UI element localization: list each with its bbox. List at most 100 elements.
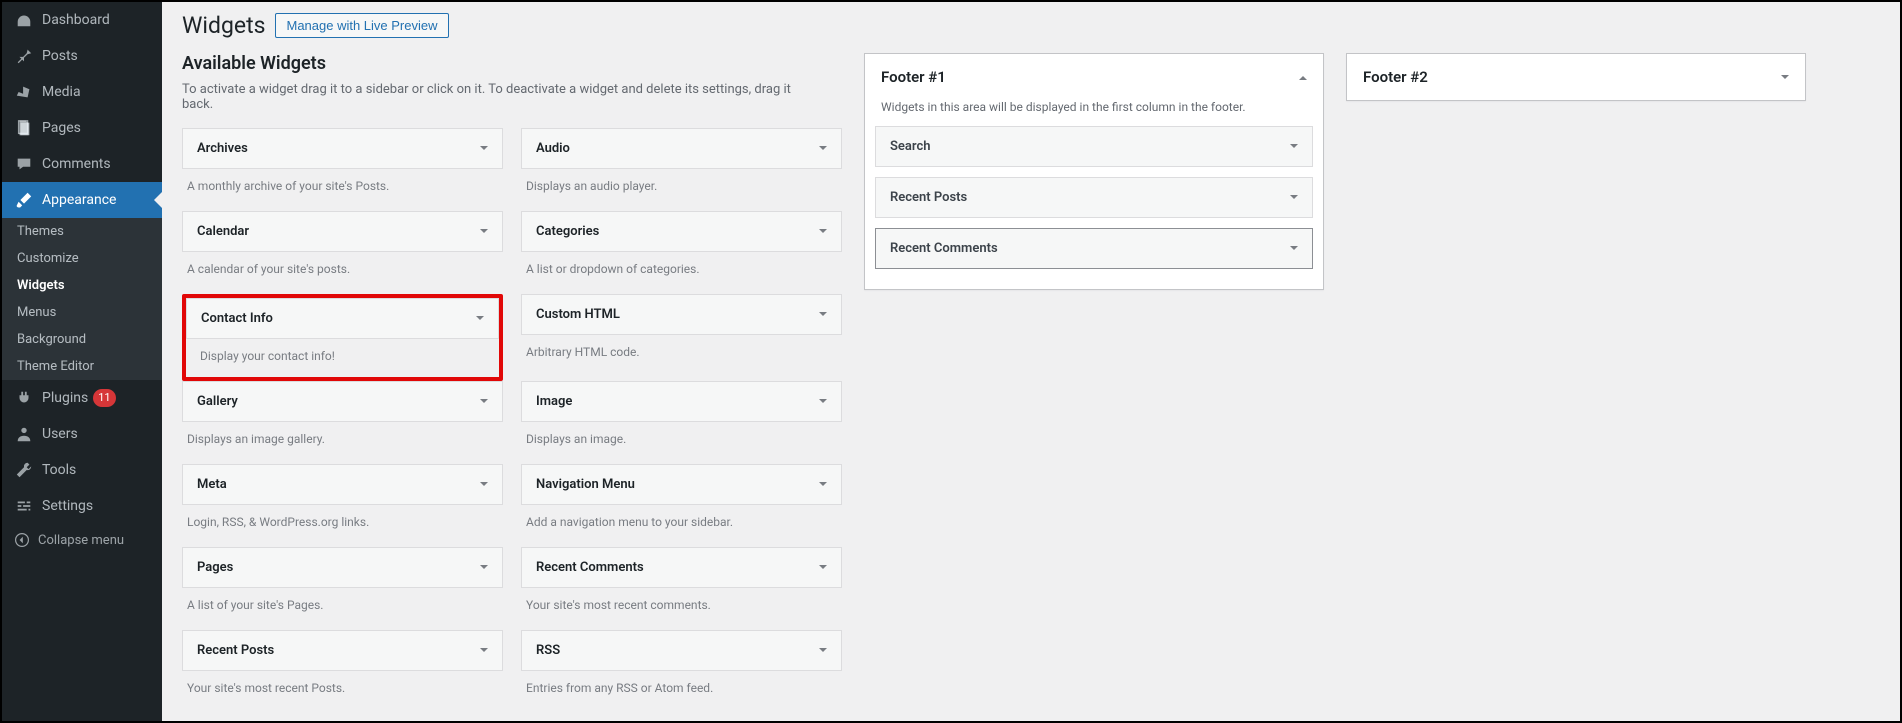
widget-title: Navigation Menu (536, 477, 635, 492)
widget-title: Gallery (197, 394, 238, 409)
placed-widget-title: Recent Posts (890, 190, 967, 205)
widget-head-calendar[interactable]: Calendar (182, 211, 503, 252)
chevron-down-icon (819, 312, 827, 320)
widget-title: Categories (536, 224, 599, 239)
widget-head-audio[interactable]: Audio (521, 128, 842, 169)
widget-title: Pages (197, 560, 233, 575)
widget-description: Your site's most recent Posts. (182, 671, 503, 713)
widget-head-meta[interactable]: Meta (182, 464, 503, 505)
available-widget-categories: Categories A list or dropdown of categori… (521, 211, 842, 294)
pin-icon (14, 46, 34, 66)
sidebar-item-pages[interactable]: Pages (2, 110, 162, 146)
available-widget-audio: AudioDisplays an audio player. (521, 128, 842, 211)
widget-area-body: Search Recent Posts Recent Comments (865, 126, 1323, 289)
placed-widget-recent-comments: Recent Comments (875, 228, 1313, 269)
sidebar-item-label: Users (42, 426, 78, 442)
widget-description: Displays an audio player. (521, 169, 842, 211)
widget-area-footer-1-header[interactable]: Footer #1 (865, 54, 1323, 100)
widget-title: Custom HTML (536, 307, 620, 322)
manage-live-preview-button[interactable]: Manage with Live Preview (275, 13, 448, 38)
available-widget-image: Image Displays an image. (521, 381, 842, 464)
available-widgets-grid: ArchivesA monthly archive of your site's… (182, 128, 842, 713)
chevron-down-icon (819, 229, 827, 237)
chevron-down-icon (819, 482, 827, 490)
widget-title: Recent Posts (197, 643, 274, 658)
widget-title: Archives (197, 141, 248, 156)
placed-widget-header[interactable]: Recent Comments (876, 229, 1312, 268)
sidebar-item-settings[interactable]: Settings (2, 488, 162, 524)
collapse-icon (14, 532, 30, 548)
sidebar-item-label: Posts (42, 48, 78, 64)
widget-area-description: Widgets in this area will be displayed i… (865, 100, 1323, 126)
collapse-menu-button[interactable]: Collapse menu (2, 524, 162, 556)
sidebar-item-label: Settings (42, 498, 93, 514)
available-widget-rss: RSSEntries from any RSS or Atom feed. (521, 630, 842, 713)
widget-description: Your site's most recent comments. (521, 588, 842, 630)
widget-description: A list or dropdown of categories. (521, 252, 842, 294)
widget-head-contact-info[interactable]: Contact Info (186, 298, 499, 339)
submenu-themes[interactable]: Themes (2, 218, 162, 245)
comment-icon (14, 154, 34, 174)
widget-head-custom-html[interactable]: Custom HTML (521, 294, 842, 335)
widget-head-nav-menu[interactable]: Navigation Menu (521, 464, 842, 505)
chevron-down-icon (476, 316, 484, 324)
wrench-icon (14, 460, 34, 480)
sidebar-item-comments[interactable]: Comments (2, 146, 162, 182)
placed-widget-header[interactable]: Recent Posts (876, 178, 1312, 217)
available-widget-calendar: Calendar A calendar of your site's posts. (182, 211, 503, 294)
widget-title: Meta (197, 477, 227, 492)
submenu-widgets[interactable]: Widgets (2, 272, 162, 299)
chevron-down-icon (819, 565, 827, 573)
widget-title: Calendar (197, 224, 249, 239)
widget-description: Displays an image. (521, 422, 842, 464)
submenu-customize[interactable]: Customize (2, 245, 162, 272)
placed-widget-recent-posts: Recent Posts (875, 177, 1313, 218)
sidebar-item-label: Appearance (42, 192, 116, 208)
placed-widget-header[interactable]: Search (876, 127, 1312, 166)
available-widgets-heading: Available Widgets (182, 53, 842, 74)
available-widget-contact-info: Contact InfoDisplay your contact info! (182, 294, 503, 381)
sidebar-item-label: Plugins (42, 390, 88, 406)
chevron-down-icon (819, 648, 827, 656)
chevron-down-icon (480, 229, 488, 237)
collapse-label: Collapse menu (38, 533, 124, 548)
widget-description: A calendar of your site's posts. (182, 252, 503, 294)
widget-head-recent-comments[interactable]: Recent Comments (521, 547, 842, 588)
widget-head-rss[interactable]: RSS (521, 630, 842, 671)
chevron-down-icon (480, 648, 488, 656)
page-title: Widgets (182, 12, 265, 39)
widget-title: Image (536, 394, 572, 409)
widget-area-footer-2-header[interactable]: Footer #2 (1347, 54, 1805, 100)
widget-head-archives[interactable]: Archives (182, 128, 503, 169)
sidebar-item-users[interactable]: Users (2, 416, 162, 452)
chevron-down-icon (480, 399, 488, 407)
widget-head-categories[interactable]: Categories (521, 211, 842, 252)
highlight-box: Contact InfoDisplay your contact info! (182, 294, 503, 381)
sidebar-item-label: Comments (42, 156, 111, 172)
widget-description: Login, RSS, & WordPress.org links. (182, 505, 503, 547)
sidebar-item-tools[interactable]: Tools (2, 452, 162, 488)
sidebar-item-label: Media (42, 84, 81, 100)
sidebar-item-plugins[interactable]: Plugins 11 (2, 380, 162, 416)
submenu-theme-editor[interactable]: Theme Editor (2, 353, 162, 380)
plug-icon (14, 388, 34, 408)
submenu-menus[interactable]: Menus (2, 299, 162, 326)
sidebar-item-appearance[interactable]: Appearance (2, 182, 162, 218)
user-icon (14, 424, 34, 444)
widget-head-image[interactable]: Image (521, 381, 842, 422)
widget-head-recent-posts[interactable]: Recent Posts (182, 630, 503, 671)
available-widget-recent-posts: Recent Posts Your site's most recent Post… (182, 630, 503, 713)
submenu-background[interactable]: Background (2, 326, 162, 353)
chevron-down-icon (1290, 195, 1298, 203)
placed-widget-title: Search (890, 139, 931, 154)
widget-head-pages[interactable]: Pages (182, 547, 503, 588)
widget-head-gallery[interactable]: Gallery (182, 381, 503, 422)
sidebar-item-media[interactable]: Media (2, 74, 162, 110)
widget-title: Contact Info (201, 311, 273, 326)
dashboard-icon (14, 10, 34, 30)
available-widgets-column: Available Widgets To activate a widget d… (182, 53, 842, 713)
sidebar-item-dashboard[interactable]: Dashboard (2, 2, 162, 38)
widget-description: Entries from any RSS or Atom feed. (521, 671, 842, 713)
chevron-down-icon (480, 146, 488, 154)
sidebar-item-posts[interactable]: Posts (2, 38, 162, 74)
